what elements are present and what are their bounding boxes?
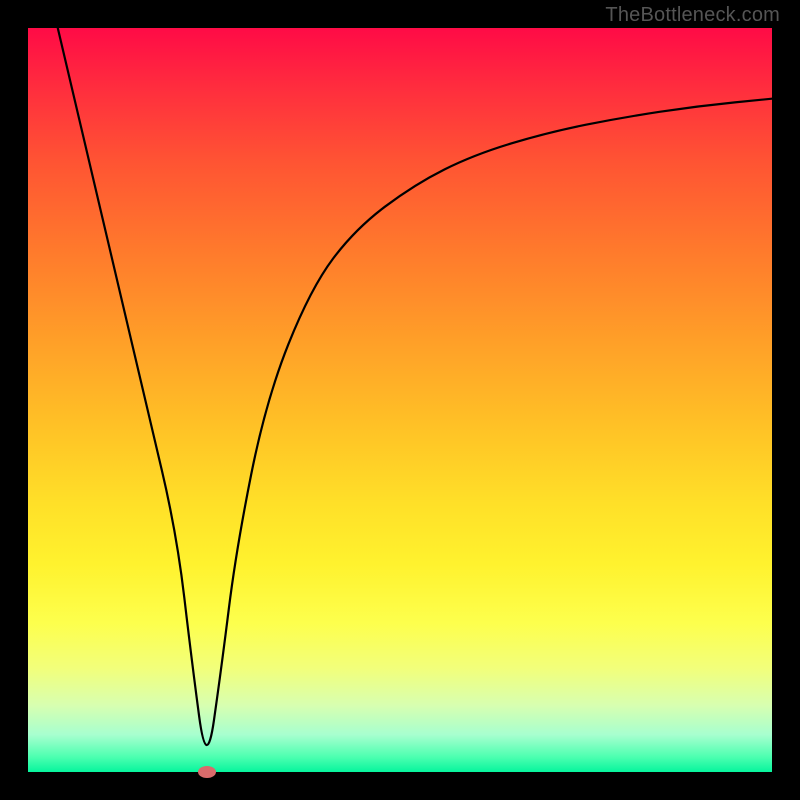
watermark-text: TheBottleneck.com — [605, 4, 780, 27]
chart-frame — [28, 28, 772, 772]
optimum-marker-dot — [198, 766, 216, 778]
chart-curve-svg — [28, 28, 772, 772]
bottleneck-curve-line — [58, 28, 772, 745]
